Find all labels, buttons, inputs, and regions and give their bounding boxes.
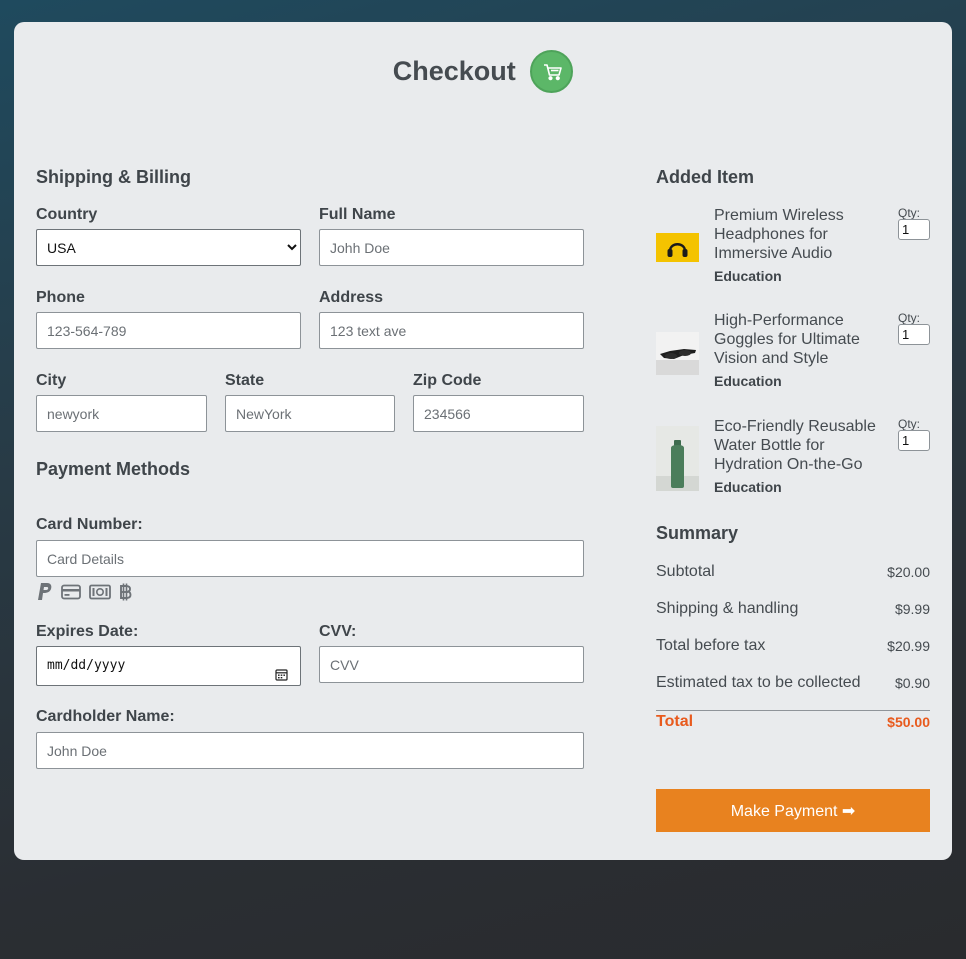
added-items-title: Added Item (656, 167, 755, 187)
tax-value: $0.90 (894, 675, 930, 691)
credit-card-icon[interactable] (61, 584, 82, 605)
qty-label: Qty: (898, 311, 921, 325)
address-input[interactable] (319, 312, 584, 349)
fullname-label: Full Name (319, 206, 396, 223)
before-tax-label: Total before tax (656, 637, 766, 654)
phone-label: Phone (36, 289, 85, 306)
city-label: City (36, 372, 67, 389)
zip-input[interactable] (413, 395, 584, 432)
expires-label: Expires Date: (36, 623, 139, 640)
cardholder-input[interactable] (36, 732, 584, 769)
expires-date-input[interactable]: mm/dd/yyyy (36, 646, 301, 686)
item-name: High-Performance Goggles for Ultimate Vi… (714, 312, 860, 367)
item-category: Education (714, 479, 782, 495)
zip-label: Zip Code (413, 372, 482, 389)
city-input[interactable] (36, 395, 207, 432)
fullname-input[interactable] (319, 229, 584, 266)
qty-label: Qty: (898, 206, 921, 220)
goggles-image (656, 332, 699, 375)
cvv-label: CVV: (319, 623, 357, 640)
qty-label: Qty: (898, 417, 921, 431)
cvv-input[interactable] (319, 646, 584, 683)
money-bill-icon[interactable] (89, 584, 111, 605)
state-input[interactable] (225, 395, 395, 432)
water-bottle-image (656, 426, 699, 491)
card-number-label: Card Number: (36, 516, 143, 533)
shipping-section-title: Shipping & Billing (36, 167, 191, 187)
card-number-input[interactable] (36, 540, 584, 577)
expires-date-placeholder: mm/dd/yyyy (47, 658, 126, 673)
qty-input[interactable] (898, 430, 930, 451)
cardholder-label: Cardholder Name: (36, 708, 175, 725)
qty-input[interactable] (898, 219, 930, 240)
before-tax-row: Total before tax $20.99 (656, 637, 930, 655)
subtotal-label: Subtotal (656, 563, 715, 580)
calendar-icon[interactable] (275, 659, 288, 697)
page-title: Checkout (392, 56, 516, 86)
cart-item: High-Performance Goggles for Ultimate Vi… (656, 311, 930, 401)
country-select[interactable]: USA (36, 229, 301, 266)
shipping-value: $9.99 (894, 601, 930, 617)
country-label: Country (36, 206, 98, 223)
address-label: Address (319, 289, 384, 306)
total-row: Total $50.00 (656, 713, 930, 731)
cart-item: Eco-Friendly Reusable Water Bottle for H… (656, 417, 930, 507)
cart-item: Premium Wireless Headphones for Immersiv… (656, 206, 930, 296)
shipping-label: Shipping & handling (656, 600, 799, 617)
summary-divider (656, 710, 930, 711)
state-label: State (225, 372, 265, 389)
tax-row: Estimated tax to be collected $0.90 (656, 674, 930, 692)
payment-icons (36, 582, 135, 602)
payment-section-title: Payment Methods (36, 459, 191, 479)
summary-title: Summary (656, 523, 739, 543)
item-category: Education (714, 373, 782, 389)
phone-input[interactable] (36, 312, 301, 349)
paypal-icon[interactable] (36, 582, 54, 607)
checkout-header: Checkout (14, 50, 952, 94)
make-payment-button[interactable]: Make Payment ➡ (656, 789, 930, 832)
tax-label: Estimated tax to be collected (656, 674, 861, 691)
bitcoin-icon[interactable] (118, 582, 132, 607)
item-name: Eco-Friendly Reusable Water Bottle for H… (714, 418, 876, 473)
subtotal-value: $20.00 (887, 564, 930, 580)
qty-input[interactable] (898, 324, 930, 345)
total-label: Total (656, 713, 694, 730)
item-name: Premium Wireless Headphones for Immersiv… (714, 207, 844, 262)
subtotal-row: Subtotal $20.00 (656, 563, 930, 581)
shipping-row: Shipping & handling $9.99 (656, 600, 930, 618)
before-tax-value: $20.99 (887, 638, 930, 654)
total-value: $50.00 (887, 714, 930, 730)
shopping-cart-icon (530, 50, 574, 93)
headphones-image (656, 233, 699, 262)
item-category: Education (714, 268, 782, 284)
